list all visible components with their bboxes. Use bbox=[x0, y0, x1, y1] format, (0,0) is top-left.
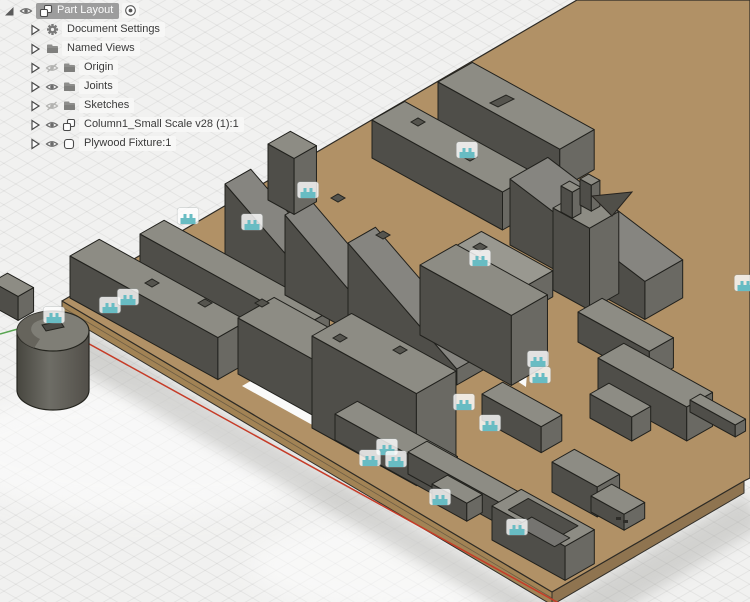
joint-flag-icon[interactable] bbox=[385, 451, 407, 467]
joint-flag-icon[interactable] bbox=[529, 367, 551, 383]
component-icon bbox=[62, 118, 76, 132]
fixture-cylinder[interactable] bbox=[16, 310, 90, 411]
node-label[interactable]: Column1_Small Scale v28 (1):1 bbox=[79, 117, 244, 132]
expander-collapsed[interactable] bbox=[28, 137, 42, 151]
joint-flag-icon[interactable] bbox=[527, 351, 549, 367]
component-icon bbox=[39, 4, 53, 18]
eye-visible[interactable] bbox=[45, 118, 59, 132]
node-label[interactable]: Part Layout bbox=[57, 4, 113, 17]
joint-flag-icon[interactable] bbox=[359, 450, 381, 466]
part-body[interactable] bbox=[267, 130, 317, 215]
browser-row-part-layout[interactable]: Part Layout bbox=[2, 1, 244, 20]
fusion-canvas[interactable]: Part Layout Document Settings Named Views O… bbox=[0, 0, 750, 602]
part-body[interactable] bbox=[560, 180, 582, 219]
joint-flag-icon[interactable] bbox=[469, 250, 491, 266]
gear-icon bbox=[45, 23, 59, 37]
joint-flag-icon[interactable] bbox=[734, 275, 750, 291]
joint-flag-icon[interactable] bbox=[297, 182, 319, 198]
joint-flag-icon[interactable] bbox=[117, 289, 139, 305]
eye-visible[interactable] bbox=[45, 80, 59, 94]
node-label[interactable]: Named Views bbox=[62, 41, 140, 56]
browser-row-named-views[interactable]: Named Views bbox=[28, 39, 244, 58]
eye-visible[interactable] bbox=[45, 137, 59, 151]
expander-collapsed[interactable] bbox=[28, 23, 42, 37]
browser-row-column1-small-scale-v28-1-1[interactable]: Column1_Small Scale v28 (1):1 bbox=[28, 115, 244, 134]
node-label[interactable]: Joints bbox=[79, 79, 118, 94]
folder-icon bbox=[62, 80, 76, 94]
joint-flag-icon[interactable] bbox=[429, 489, 451, 505]
joint-flag-icon[interactable] bbox=[241, 214, 263, 230]
browser-tree[interactable]: Part Layout Document Settings Named Views O… bbox=[2, 1, 244, 153]
joint-flag-icon[interactable] bbox=[453, 394, 475, 410]
folder-icon bbox=[45, 42, 59, 56]
body-icon bbox=[62, 137, 76, 151]
browser-row-joints[interactable]: Joints bbox=[28, 77, 244, 96]
joint-flag-icon[interactable] bbox=[177, 208, 199, 224]
expander-collapsed[interactable] bbox=[28, 99, 42, 113]
folder-icon bbox=[62, 99, 76, 113]
expander-collapsed[interactable] bbox=[28, 80, 42, 94]
browser-row-plywood-fixture-1[interactable]: Plywood Fixture:1 bbox=[28, 134, 244, 153]
joint-flag-icon[interactable] bbox=[479, 415, 501, 431]
browser-row-document-settings[interactable]: Document Settings bbox=[28, 20, 244, 39]
expander-collapsed[interactable] bbox=[28, 118, 42, 132]
expander-collapsed[interactable] bbox=[28, 42, 42, 56]
joint-flag-icon[interactable] bbox=[506, 519, 528, 535]
node-label[interactable]: Plywood Fixture:1 bbox=[79, 136, 177, 151]
browser-row-origin[interactable]: Origin bbox=[28, 58, 244, 77]
part-body[interactable] bbox=[579, 173, 601, 212]
expander-expanded[interactable] bbox=[2, 4, 16, 18]
eye-hidden[interactable] bbox=[45, 99, 59, 113]
node-label[interactable]: Sketches bbox=[79, 98, 135, 113]
joint-flag-icon[interactable] bbox=[43, 307, 65, 323]
eye-hidden[interactable] bbox=[45, 61, 59, 75]
selected-node[interactable]: Part Layout bbox=[36, 2, 120, 19]
activate-component-radio[interactable] bbox=[122, 3, 140, 18]
folder-icon bbox=[62, 61, 76, 75]
expander-collapsed[interactable] bbox=[28, 61, 42, 75]
node-label[interactable]: Origin bbox=[79, 60, 119, 75]
joint-flag-icon[interactable] bbox=[456, 142, 478, 158]
eye-visible[interactable] bbox=[19, 4, 33, 18]
browser-row-sketches[interactable]: Sketches bbox=[28, 96, 244, 115]
node-label[interactable]: Document Settings bbox=[62, 22, 165, 37]
